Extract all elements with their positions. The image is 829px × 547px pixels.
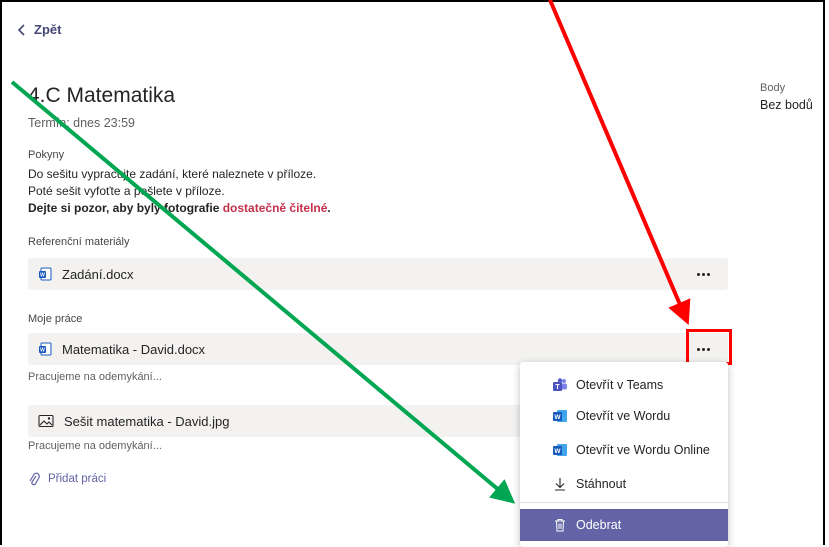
red-annotation-arrow: [548, 0, 691, 326]
annotation-arrows: [10, 0, 691, 504]
green-annotation-arrow: [10, 80, 516, 504]
